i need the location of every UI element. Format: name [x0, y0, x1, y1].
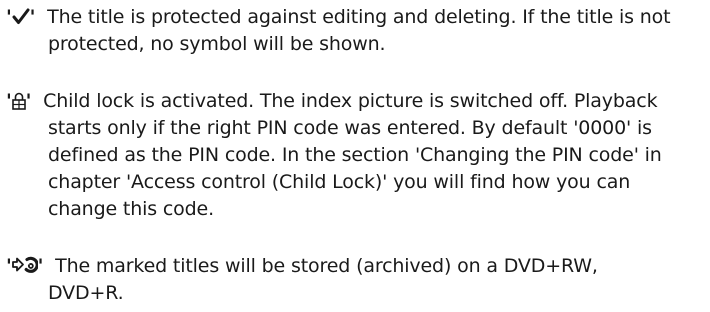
quote-close: ' [25, 90, 32, 112]
quote-close: ' [37, 255, 44, 277]
entry-text-line: The title is protected against editing a… [47, 6, 671, 28]
document-page: ' ' The title is protected against editin… [0, 0, 710, 312]
entry-text-line: starts only if the right PIN code was en… [48, 117, 652, 139]
entry-text-line: DVD+R. [48, 282, 124, 304]
entry-text-line: change this code. [48, 198, 214, 220]
entry-first-line: ' ' Child lock is activated. The index pi… [6, 88, 706, 115]
entry-text-line: chapter 'Access control (Child Lock)' yo… [48, 171, 631, 193]
symbol-entry-protected: ' ' The title is protected against editin… [6, 4, 706, 58]
entry-text-line: Child lock is activated. The index pictu… [43, 90, 658, 112]
entry-text-line: protected, no symbol will be shown. [48, 33, 386, 55]
quote-close: ' [29, 6, 36, 28]
archive-disc-icon [11, 255, 38, 277]
symbol-marker: ' ' [6, 253, 43, 280]
entry-text-line: The marked titles will be stored (archiv… [55, 255, 598, 277]
symbol-entry-child-lock: ' ' Child lock is activated. The index pi… [6, 88, 706, 223]
symbol-marker: ' ' [6, 88, 31, 115]
entry-first-line: ' ' The title is protected against editin… [6, 4, 706, 31]
entry-first-line: ' ' The marked titles will be stored (arc… [6, 253, 706, 280]
symbol-entry-archive: ' ' The marked titles will be stored (arc… [6, 253, 706, 307]
symbol-marker: ' ' [6, 4, 35, 31]
padlock-icon [11, 90, 26, 112]
entry-text-line: defined as the PIN code. In the section … [48, 144, 662, 166]
check-mark-icon [12, 6, 30, 28]
